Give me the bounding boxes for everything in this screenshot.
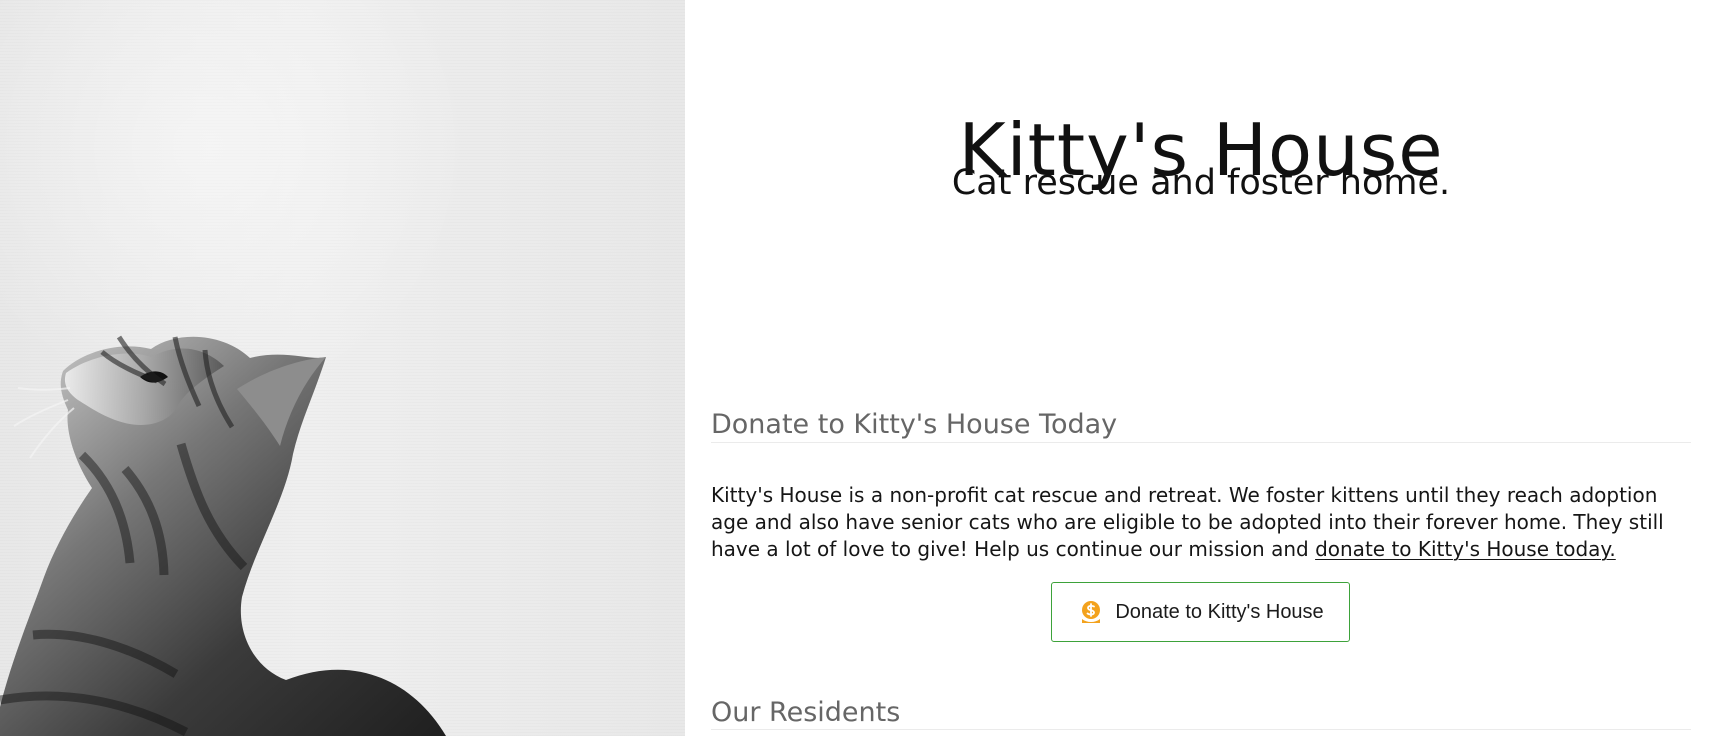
cat-photo (0, 0, 685, 736)
donation-description: Kitty's House is a non-profit cat rescue… (711, 482, 1681, 563)
section-divider (711, 729, 1691, 730)
donate-button[interactable]: Donate to Kitty's House (1051, 582, 1350, 642)
residents-section-heading: Our Residents (711, 697, 901, 729)
page-subtitle: Cat rescue and foster home. (951, 163, 1451, 203)
donate-section-heading: Donate to Kitty's House Today (711, 409, 1118, 441)
donate-link[interactable]: donate to Kitty's House today. (1315, 537, 1616, 561)
cat-silhouette-icon (0, 335, 446, 736)
money-bag-icon (1082, 601, 1101, 623)
donate-button-label: Donate to Kitty's House (1115, 601, 1324, 623)
section-divider (711, 442, 1691, 443)
main-content: Kitty's House Cat rescue and foster home… (711, 0, 1691, 736)
page: Kitty's House Cat rescue and foster home… (0, 0, 1714, 736)
